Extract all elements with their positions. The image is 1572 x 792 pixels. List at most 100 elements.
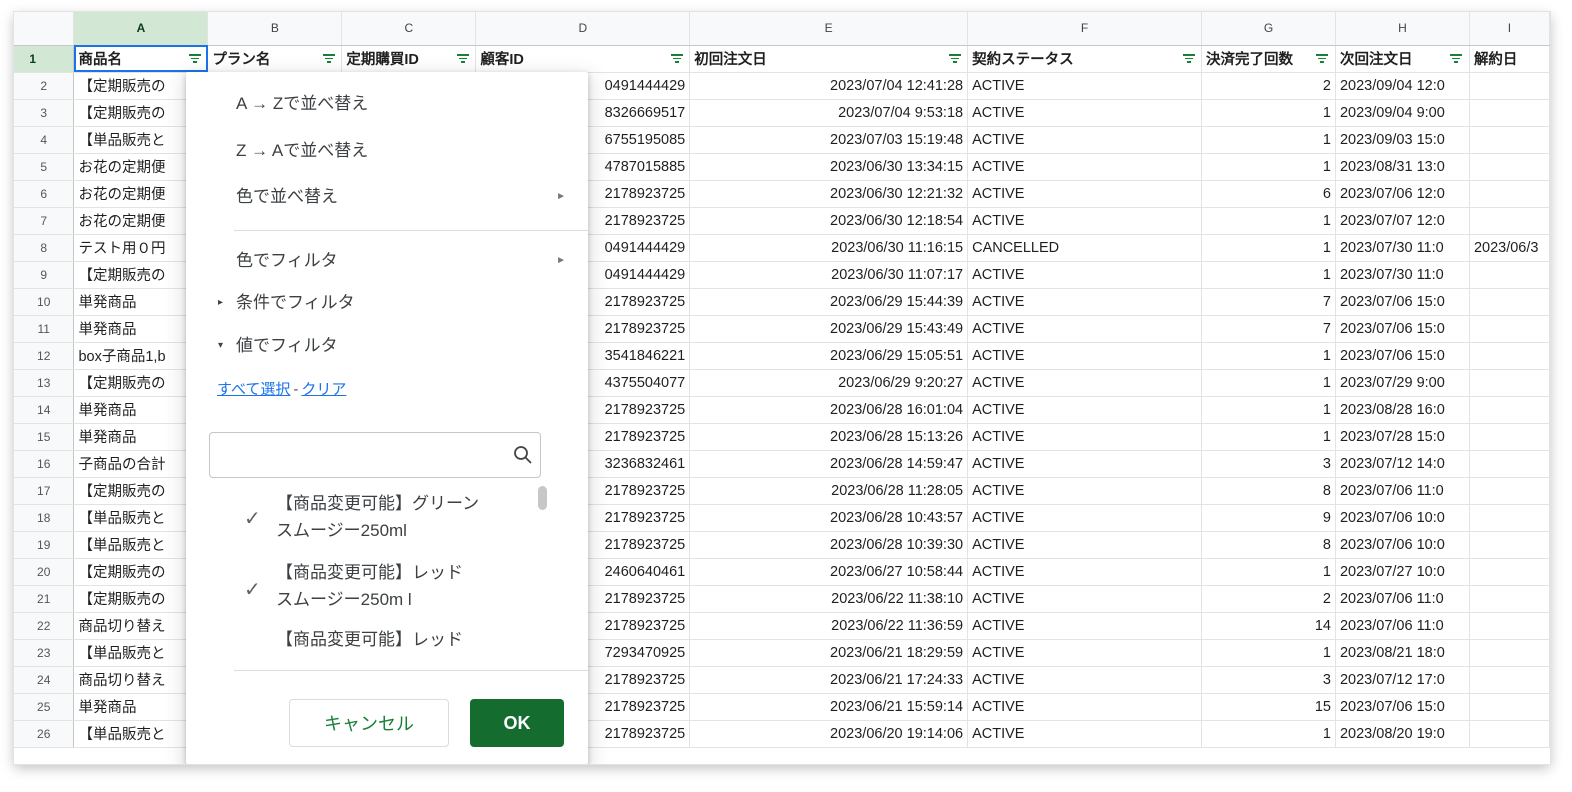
row-header[interactable]: 19: [14, 531, 75, 559]
row-header[interactable]: 22: [14, 612, 75, 640]
row-header[interactable]: 1: [14, 45, 75, 73]
cell-first-order-date[interactable]: 2023/06/29 15:05:51: [689, 342, 969, 370]
cell-contract-status[interactable]: ACTIVE: [967, 477, 1202, 505]
cell-contract-status[interactable]: ACTIVE: [967, 639, 1202, 667]
cell-payment-count[interactable]: 9: [1201, 504, 1336, 532]
cell-first-order-date[interactable]: 2023/06/20 19:14:06: [689, 720, 969, 748]
cell-first-order-date[interactable]: 2023/06/28 11:28:05: [689, 477, 969, 505]
cell-next-order-date[interactable]: 2023/07/07 12:0: [1335, 207, 1470, 235]
row-header[interactable]: 2: [14, 72, 75, 100]
filter-icon[interactable]: [187, 51, 202, 67]
header-cell-next-order-date[interactable]: 次回注文日: [1335, 45, 1470, 73]
row-header[interactable]: 17: [14, 477, 75, 505]
cell-payment-count[interactable]: 2: [1201, 585, 1336, 613]
cell-cancel-date[interactable]: [1469, 720, 1550, 748]
row-header[interactable]: 15: [14, 423, 75, 451]
cell-next-order-date[interactable]: 2023/07/06 10:0: [1335, 531, 1470, 559]
search-icon[interactable]: [512, 444, 534, 471]
value-item[interactable]: 【商品変更可能】レッド: [276, 626, 536, 653]
cell-first-order-date[interactable]: 2023/06/30 12:21:32: [689, 180, 969, 208]
filter-icon[interactable]: [1315, 51, 1330, 67]
filter-by-color-item[interactable]: 色でフィルタ: [236, 246, 556, 276]
column-header-h[interactable]: H: [1335, 12, 1470, 46]
column-header-a[interactable]: A: [73, 12, 209, 46]
filter-by-values-item[interactable]: 値でフィルタ: [236, 331, 338, 361]
header-cell-subscription-id[interactable]: 定期購買ID: [341, 45, 477, 73]
column-header-b[interactable]: B: [207, 12, 343, 46]
header-cell-customer-id[interactable]: 顧客ID: [475, 45, 691, 73]
cell-cancel-date[interactable]: [1469, 639, 1550, 667]
cell-next-order-date[interactable]: 2023/07/06 11:0: [1335, 612, 1470, 640]
cell-first-order-date[interactable]: 2023/06/29 15:43:49: [689, 315, 969, 343]
cell-cancel-date[interactable]: [1469, 342, 1550, 370]
cell-cancel-date[interactable]: [1469, 504, 1550, 532]
cell-payment-count[interactable]: 1: [1201, 153, 1336, 181]
cell-payment-count[interactable]: 7: [1201, 315, 1336, 343]
row-header[interactable]: 5: [14, 153, 75, 181]
cell-payment-count[interactable]: 7: [1201, 288, 1336, 316]
cell-next-order-date[interactable]: 2023/08/20 19:0: [1335, 720, 1470, 748]
cell-payment-count[interactable]: 1: [1201, 207, 1336, 235]
row-header[interactable]: 10: [14, 288, 75, 316]
column-header-f[interactable]: F: [967, 12, 1202, 46]
sort-z-to-a-item[interactable]: Z → Aで並べ替え: [236, 136, 368, 166]
row-header[interactable]: 18: [14, 504, 75, 532]
cell-next-order-date[interactable]: 2023/09/04 9:00: [1335, 99, 1470, 127]
cell-payment-count[interactable]: 8: [1201, 531, 1336, 559]
cell-contract-status[interactable]: ACTIVE: [967, 180, 1202, 208]
row-header[interactable]: 9: [14, 261, 75, 289]
cell-cancel-date[interactable]: [1469, 72, 1550, 100]
cell-first-order-date[interactable]: 2023/06/22 11:36:59: [689, 612, 969, 640]
cell-contract-status[interactable]: ACTIVE: [967, 342, 1202, 370]
row-header[interactable]: 7: [14, 207, 75, 235]
cell-contract-status[interactable]: CANCELLED: [967, 234, 1202, 262]
cell-contract-status[interactable]: ACTIVE: [967, 369, 1202, 397]
cell-cancel-date[interactable]: [1469, 666, 1550, 694]
cell-cancel-date[interactable]: [1469, 180, 1550, 208]
cell-contract-status[interactable]: ACTIVE: [967, 531, 1202, 559]
cell-payment-count[interactable]: 1: [1201, 639, 1336, 667]
cell-first-order-date[interactable]: 2023/07/04 9:53:18: [689, 99, 969, 127]
cell-cancel-date[interactable]: 2023/06/3: [1469, 234, 1550, 262]
cell-contract-status[interactable]: ACTIVE: [967, 423, 1202, 451]
cell-next-order-date[interactable]: 2023/07/06 15:0: [1335, 693, 1470, 721]
cell-cancel-date[interactable]: [1469, 423, 1550, 451]
cell-payment-count[interactable]: 8: [1201, 477, 1336, 505]
cell-contract-status[interactable]: ACTIVE: [967, 693, 1202, 721]
cell-next-order-date[interactable]: 2023/07/30 11:0: [1335, 261, 1470, 289]
cell-payment-count[interactable]: 1: [1201, 99, 1336, 127]
column-header-d[interactable]: D: [475, 12, 691, 46]
cell-contract-status[interactable]: ACTIVE: [967, 207, 1202, 235]
cell-first-order-date[interactable]: 2023/06/30 12:18:54: [689, 207, 969, 235]
filter-by-condition-item[interactable]: 条件でフィルタ: [236, 288, 355, 318]
cell-next-order-date[interactable]: 2023/07/06 15:0: [1335, 315, 1470, 343]
cell-first-order-date[interactable]: 2023/06/28 10:43:57: [689, 504, 969, 532]
cell-cancel-date[interactable]: [1469, 261, 1550, 289]
header-cell-plan-name[interactable]: プラン名: [207, 45, 343, 73]
cell-cancel-date[interactable]: [1469, 99, 1550, 127]
row-header[interactable]: 3: [14, 99, 75, 127]
cell-cancel-date[interactable]: [1469, 396, 1550, 424]
header-cell-cancel-date[interactable]: 解約日: [1469, 45, 1550, 73]
cell-first-order-date[interactable]: 2023/06/21 15:59:14: [689, 693, 969, 721]
cell-contract-status[interactable]: ACTIVE: [967, 126, 1202, 154]
row-header[interactable]: 25: [14, 693, 75, 721]
filter-icon[interactable]: [947, 51, 962, 67]
ok-button[interactable]: OK: [470, 699, 564, 747]
cell-payment-count[interactable]: 6: [1201, 180, 1336, 208]
row-header[interactable]: 16: [14, 450, 75, 478]
cell-contract-status[interactable]: ACTIVE: [967, 504, 1202, 532]
filter-icon[interactable]: [669, 51, 684, 67]
row-header[interactable]: 11: [14, 315, 75, 343]
value-item[interactable]: 【商品変更可能】レッド スムージー250m l: [276, 559, 536, 613]
cancel-button[interactable]: キャンセル: [289, 699, 449, 747]
cell-next-order-date[interactable]: 2023/07/06 12:0: [1335, 180, 1470, 208]
cell-next-order-date[interactable]: 2023/08/21 18:0: [1335, 639, 1470, 667]
cell-cancel-date[interactable]: [1469, 207, 1550, 235]
value-item[interactable]: 【商品変更可能】グリーン スムージー250ml: [276, 490, 536, 544]
cell-next-order-date[interactable]: 2023/07/28 15:0: [1335, 423, 1470, 451]
cell-next-order-date[interactable]: 2023/07/06 15:0: [1335, 342, 1470, 370]
select-all-corner[interactable]: [14, 12, 75, 46]
check-icon[interactable]: ✓: [244, 506, 261, 531]
cell-next-order-date[interactable]: 2023/07/27 10:0: [1335, 558, 1470, 586]
